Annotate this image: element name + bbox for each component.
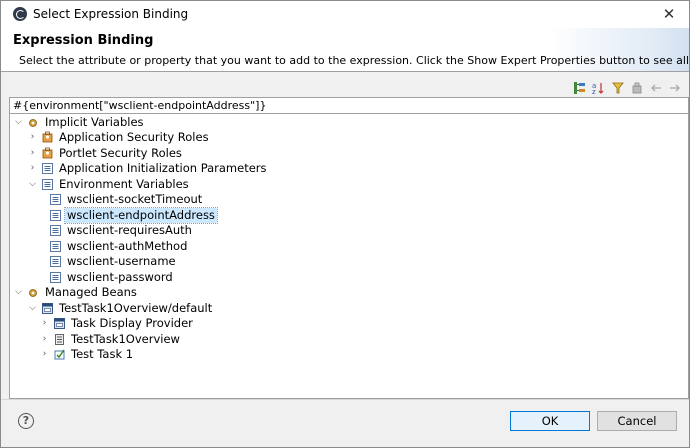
tree-node-label: Managed Beans xyxy=(45,285,137,299)
expanded-chevron-icon[interactable]: ⌵ xyxy=(14,287,23,297)
tree-node-application-initialization-parameters[interactable]: › Application Initialization Parameters xyxy=(28,161,269,176)
tree-node-label: wsclient-password xyxy=(67,270,173,284)
banner-separator xyxy=(1,71,689,72)
tree-node-env-var[interactable]: wsclient-requiresAuth xyxy=(48,223,194,238)
collapsed-chevron-icon[interactable]: › xyxy=(28,163,37,173)
collapsed-chevron-icon[interactable]: › xyxy=(40,349,49,359)
show-expert-properties-icon[interactable] xyxy=(572,80,588,96)
close-button[interactable]: ✕ xyxy=(659,4,679,24)
gear-icon xyxy=(26,286,40,300)
variable-icon xyxy=(48,224,62,238)
tree-toolbar: az xyxy=(572,80,683,98)
tree-node-label: Application Security Roles xyxy=(59,130,209,144)
filter-icon[interactable] xyxy=(610,80,626,96)
banner-heading: Expression Binding xyxy=(13,33,154,48)
binding-tree: ⌵ Implicit Variables › Application Secur… xyxy=(9,114,689,399)
tree-node-label: wsclient-username xyxy=(67,254,176,268)
bean-icon[interactable] xyxy=(629,80,645,96)
variable-icon xyxy=(48,271,62,285)
back-arrow-icon[interactable] xyxy=(648,80,664,96)
tree-node-env-var-selected[interactable]: wsclient-endpointAddress xyxy=(48,207,218,224)
expanded-chevron-icon[interactable]: ⌵ xyxy=(28,179,37,189)
tree-node-label: wsclient-authMethod xyxy=(67,239,188,253)
svg-text:z: z xyxy=(592,88,596,95)
collapsed-chevron-icon[interactable]: › xyxy=(40,318,49,328)
security-roles-icon xyxy=(40,147,54,161)
bean-class-icon xyxy=(52,317,66,331)
tree-node-label: TestTask1Overview xyxy=(71,332,180,346)
footer-separator xyxy=(1,399,689,400)
variable-icon xyxy=(48,193,62,207)
title-bar: Select Expression Binding ✕ xyxy=(1,1,689,28)
tree-node-testtask1overview-default[interactable]: ⌵ TestTask1Overview/default xyxy=(28,301,214,316)
parameters-icon xyxy=(40,178,54,192)
list-icon xyxy=(52,333,66,347)
tree-node-label: Implicit Variables xyxy=(45,115,144,129)
gear-icon xyxy=(26,116,40,130)
app-logo-icon xyxy=(13,7,27,21)
sort-icon[interactable]: az xyxy=(591,80,607,96)
bean-class-icon xyxy=(40,302,54,316)
tree-node-label: Application Initialization Parameters xyxy=(59,161,267,175)
cancel-button[interactable]: Cancel xyxy=(597,411,677,431)
tree-node-label: wsclient-endpointAddress xyxy=(64,207,218,224)
collapsed-chevron-icon[interactable]: › xyxy=(40,334,49,344)
tree-node-application-security-roles[interactable]: › Application Security Roles xyxy=(28,130,211,145)
tree-node-environment-variables[interactable]: ⌵ Environment Variables xyxy=(28,177,191,192)
forward-arrow-icon[interactable] xyxy=(667,80,683,96)
variable-icon xyxy=(48,209,62,223)
tree-node-label: Environment Variables xyxy=(59,177,189,191)
tree-node-label: TestTask1Overview/default xyxy=(59,301,213,315)
task-icon xyxy=(52,348,66,362)
tree-node-task-display-provider[interactable]: › Task Display Provider xyxy=(40,316,195,331)
security-roles-icon xyxy=(40,131,54,145)
tree-node-implicit-variables[interactable]: ⌵ Implicit Variables xyxy=(14,115,146,130)
tree-node-label: wsclient-socketTimeout xyxy=(67,192,203,206)
expression-input[interactable]: #{environment["wsclient-endpointAddress"… xyxy=(9,97,689,114)
tree-node-env-var[interactable]: wsclient-socketTimeout xyxy=(48,192,204,207)
variable-icon xyxy=(48,240,62,254)
tree-node-env-var[interactable]: wsclient-password xyxy=(48,270,175,285)
banner-description: Select the attribute or property that yo… xyxy=(19,54,689,67)
help-button[interactable]: ? xyxy=(18,413,34,429)
expanded-chevron-icon[interactable]: ⌵ xyxy=(28,303,37,313)
expanded-chevron-icon[interactable]: ⌵ xyxy=(14,117,23,127)
tree-node-env-var[interactable]: wsclient-username xyxy=(48,254,178,269)
tree-node-label: Portlet Security Roles xyxy=(59,146,182,160)
collapsed-chevron-icon[interactable]: › xyxy=(28,132,37,142)
collapsed-chevron-icon[interactable]: › xyxy=(28,148,37,158)
select-expression-binding-dialog: Select Expression Binding ✕ Expression B… xyxy=(0,0,690,448)
variable-icon xyxy=(48,255,62,269)
tree-node-label: wsclient-requiresAuth xyxy=(67,223,192,237)
tree-node-env-var[interactable]: wsclient-authMethod xyxy=(48,239,189,254)
ok-button[interactable]: OK xyxy=(510,411,590,431)
tree-node-label: Test Task 1 xyxy=(71,347,134,361)
parameters-icon xyxy=(40,162,54,176)
tree-node-testtask1overview[interactable]: › TestTask1Overview xyxy=(40,332,182,347)
tree-node-managed-beans[interactable]: ⌵ Managed Beans xyxy=(14,285,139,300)
tree-node-test-task-1[interactable]: › Test Task 1 xyxy=(40,347,135,362)
window-title: Select Expression Binding xyxy=(33,7,189,21)
tree-node-portlet-security-roles[interactable]: › Portlet Security Roles xyxy=(28,146,184,161)
header-banner: Expression Binding Select the attribute … xyxy=(1,28,689,71)
tree-node-label: Task Display Provider xyxy=(71,316,193,330)
